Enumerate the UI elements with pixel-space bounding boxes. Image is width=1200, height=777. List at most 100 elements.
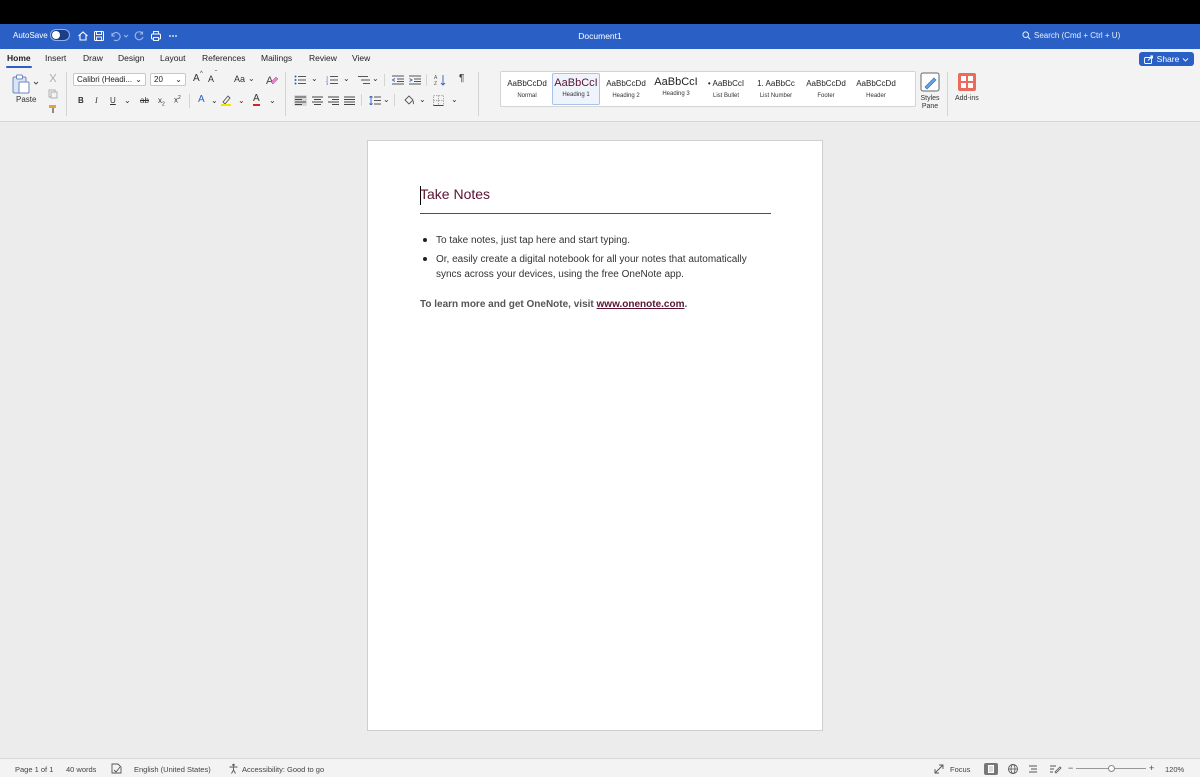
text-effects-button[interactable]: A [198, 94, 205, 105]
heading-underline-rule [420, 213, 771, 214]
paste-label: Paste [16, 95, 37, 104]
subscript-button[interactable]: x2 [158, 96, 165, 108]
draft-view-button[interactable] [1048, 763, 1062, 775]
accessibility-status[interactable]: Accessibility: Good to go [242, 765, 324, 774]
proofing-icon[interactable] [111, 763, 122, 774]
style-header[interactable]: AaBbCcDd Header [852, 73, 900, 105]
style-heading-2[interactable]: AaBbCcDd Heading 2 [602, 73, 650, 105]
borders-icon[interactable] [433, 95, 444, 106]
chevron-down-icon[interactable]: ⌄ [311, 74, 318, 83]
style-heading-1[interactable]: AaBbCcI Heading 1 [552, 73, 600, 105]
tab-layout[interactable]: Layout [160, 53, 186, 63]
paste-icon[interactable] [10, 73, 32, 95]
font-size-select[interactable]: 20 ⌄ [150, 73, 186, 86]
pilcrow-icon[interactable]: ¶ [459, 73, 464, 84]
line-spacing-icon[interactable] [369, 96, 381, 105]
shading-icon[interactable] [403, 95, 415, 106]
web-layout-view-button[interactable] [1006, 763, 1020, 775]
document-heading[interactable]: Take Notes [420, 186, 490, 202]
chevron-down-icon[interactable]: ⌄ [269, 96, 276, 105]
word-count[interactable]: 40 words [66, 765, 96, 774]
font-name-select[interactable]: Calibri (Headi... ⌄ [73, 73, 146, 86]
decrease-indent-icon[interactable] [392, 75, 404, 85]
sort-icon[interactable]: AZ [434, 74, 446, 86]
tab-draw[interactable]: Draw [83, 53, 103, 63]
bullet-text-continued[interactable]: syncs across your devices, using the fre… [436, 267, 684, 282]
tab-home[interactable]: Home [6, 53, 32, 68]
format-painter-icon[interactable] [48, 104, 58, 114]
align-left-icon[interactable] [294, 95, 307, 106]
add-ins-button[interactable] [957, 72, 977, 92]
font-size-value: 20 [154, 75, 163, 84]
page-count[interactable]: Page 1 of 1 [15, 765, 53, 774]
focus-button[interactable]: Focus [950, 765, 970, 774]
style-name: List Number [759, 93, 793, 99]
chevron-down-icon[interactable]: ⌄ [238, 96, 245, 105]
copy-icon[interactable] [48, 89, 58, 99]
style-normal[interactable]: AaBbCcDd Normal [503, 73, 551, 105]
strikethrough-button[interactable]: ab [140, 96, 149, 105]
clear-formatting-icon[interactable]: A [266, 74, 279, 86]
print-layout-view-button[interactable] [984, 763, 998, 775]
tab-design[interactable]: Design [118, 53, 144, 63]
style-list-number[interactable]: 1. AaBbCc List Number [752, 73, 800, 105]
tab-mailings[interactable]: Mailings [261, 53, 292, 63]
chevron-down-icon[interactable]: ⌄ [383, 95, 390, 104]
chevron-down-icon[interactable]: ⌄ [124, 96, 131, 105]
justify-icon[interactable] [344, 96, 355, 105]
bullet-dot [423, 257, 427, 261]
tab-review[interactable]: Review [309, 53, 337, 63]
italic-button[interactable]: I [95, 96, 98, 105]
style-footer[interactable]: AaBbCcDd Footer [802, 73, 850, 105]
language-status[interactable]: English (United States) [134, 765, 211, 774]
chevron-down-icon[interactable]: ⌄ [372, 74, 379, 83]
underline-button[interactable]: U [110, 96, 116, 105]
tab-view[interactable]: View [352, 53, 370, 63]
bullet-text[interactable]: To take notes, just tap here and start t… [436, 233, 630, 248]
multilevel-list-icon[interactable] [358, 75, 370, 85]
chevron-down-icon[interactable]: ⌄ [451, 95, 458, 104]
style-sample: AaBbCcI [554, 77, 598, 89]
bullets-icon[interactable] [294, 75, 306, 85]
search-box[interactable]: Search (Cmd + Ctrl + U) [1022, 31, 1120, 40]
zoom-out-button[interactable]: − [1068, 763, 1073, 773]
zoom-in-button[interactable]: + [1149, 763, 1154, 773]
style-sample: AaBbCcDd [806, 79, 846, 88]
font-color-button[interactable]: A [253, 94, 260, 106]
chevron-down-icon: ⌄ [175, 75, 182, 84]
style-heading-3[interactable]: AaBbCcI Heading 3 [652, 73, 700, 105]
separator [394, 94, 395, 106]
style-list-bullet[interactable]: • AaBbCcI List Bullet [702, 73, 750, 105]
bold-button[interactable]: B [78, 96, 84, 105]
styles-pane-button[interactable] [920, 72, 940, 92]
shrink-font-button[interactable]: A [208, 74, 214, 84]
learn-more-text: To learn more and get OneNote, visit [420, 299, 597, 310]
grow-font-button[interactable]: A [193, 73, 200, 84]
share-button[interactable]: Share [1139, 52, 1194, 66]
bullet-text[interactable]: Or, easily create a digital notebook for… [436, 252, 747, 267]
chevron-down-icon[interactable]: ⌄ [343, 74, 350, 83]
chevron-down-icon[interactable]: ⌄ [211, 96, 218, 105]
highlighter-icon[interactable] [220, 94, 232, 106]
zoom-slider-thumb[interactable] [1108, 765, 1115, 772]
align-center-icon[interactable] [312, 96, 323, 105]
document-page[interactable]: Take Notes To take notes, just tap here … [367, 140, 823, 731]
chevron-down-icon[interactable]: ⌄ [419, 95, 426, 104]
align-right-icon[interactable] [328, 96, 339, 105]
change-case-button[interactable]: Aa [234, 74, 245, 84]
numbering-icon[interactable]: 123 [326, 75, 338, 85]
onenote-link[interactable]: www.onenote.com [597, 299, 685, 310]
chevron-down-icon[interactable]: ⌄ [248, 74, 255, 83]
accessibility-icon[interactable] [228, 763, 239, 774]
tab-insert[interactable]: Insert [45, 53, 66, 63]
tab-references[interactable]: References [202, 53, 245, 63]
outline-view-button[interactable] [1026, 763, 1040, 775]
cut-icon[interactable] [48, 73, 58, 83]
increase-indent-icon[interactable] [409, 75, 421, 85]
learn-more-paragraph[interactable]: To learn more and get OneNote, visit www… [420, 299, 687, 310]
focus-icon[interactable] [934, 764, 944, 774]
paste-dropdown-icon[interactable] [33, 80, 39, 86]
superscript-button[interactable]: x2 [174, 95, 181, 105]
style-name: Heading 1 [562, 92, 590, 98]
zoom-level[interactable]: 120% [1165, 765, 1184, 774]
